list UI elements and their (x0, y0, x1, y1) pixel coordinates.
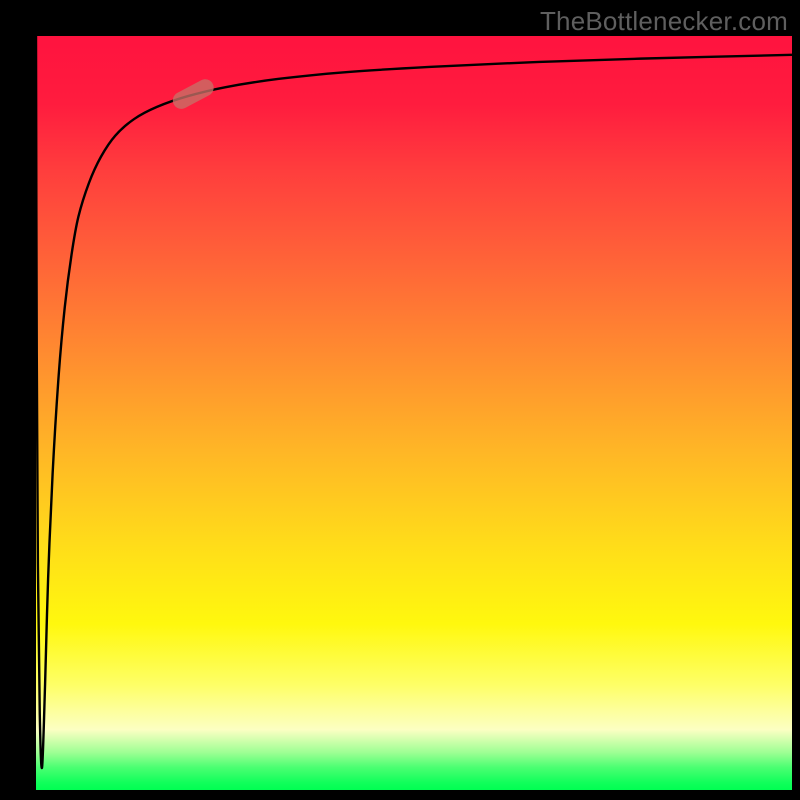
bottleneck-curve (36, 36, 792, 790)
chart-plot-area (36, 36, 792, 790)
chart-frame: TheBottlenecker.com (0, 0, 800, 800)
attribution-text: TheBottlenecker.com (540, 6, 788, 37)
